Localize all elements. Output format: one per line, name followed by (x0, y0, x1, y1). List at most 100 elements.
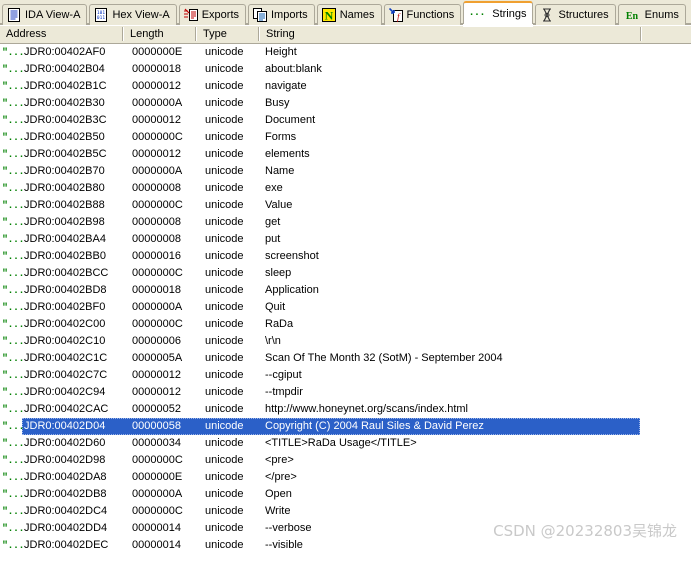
cell-address: JDR0:00402D04 (24, 420, 106, 432)
cell-length: 00000016 (132, 250, 181, 262)
tab-strings[interactable]: "..." Strings (463, 1, 534, 27)
quote-glyph: "..." (2, 82, 24, 93)
cell-length: 00000008 (132, 182, 181, 194)
table-row[interactable]: "..."JDR0:00402B04 00000018 unicode about:b… (0, 61, 691, 78)
quote-glyph: "..." (2, 303, 24, 314)
table-row[interactable]: "..."JDR0:00402B30 0000000A unicode Busy (0, 95, 691, 112)
cell-address: JDR0:00402C00 (24, 318, 106, 330)
table-row[interactable]: "..."JDR0:00402B70 0000000A unicode Name (0, 163, 691, 180)
table-row[interactable]: "..."JDR0:00402D60 00000034 unicode <TITLE>… (0, 435, 691, 452)
table-row[interactable]: "..."JDR0:00402AF0 0000000E unicode Height (0, 44, 691, 61)
table-row[interactable]: "..."JDR0:00402CAC 00000052 unicode http://… (0, 401, 691, 418)
tab-names[interactable]: N Names (316, 4, 382, 25)
tab-exports[interactable]: Exports (178, 4, 246, 25)
cell-type: unicode (205, 420, 244, 432)
tab-hex-view-a[interactable]: 101 011 Hex View-A (89, 4, 177, 25)
cell-string: exe (265, 182, 283, 194)
cell-length: 00000008 (132, 233, 181, 245)
table-row[interactable]: "..."JDR0:00402B5C 00000012 unicode element… (0, 146, 691, 163)
string-type-icon: "..." (2, 146, 24, 163)
column-header-string[interactable]: String (260, 25, 640, 43)
table-row[interactable]: "..."JDR0:00402B50 0000000C unicode Forms (0, 129, 691, 146)
column-header-address[interactable]: Address (0, 25, 122, 43)
cell-length: 00000006 (132, 335, 181, 347)
cell-length: 00000012 (132, 80, 181, 92)
cell-type: unicode (205, 148, 244, 160)
quote-glyph: "..." (2, 422, 24, 433)
table-row[interactable]: "..."JDR0:00402C94 00000012 unicode --tmpdi… (0, 384, 691, 401)
table-row[interactable]: "..."JDR0:00402C7C 00000012 unicode --cgipu… (0, 367, 691, 384)
string-type-icon: "..." (2, 197, 24, 214)
table-row[interactable]: "..."JDR0:00402BCC 0000000C unicode sleep (0, 265, 691, 282)
quote-glyph: "..." (2, 167, 24, 178)
cell-address: JDR0:00402DEC (24, 539, 109, 551)
column-header-length[interactable]: Length (124, 25, 194, 43)
string-type-icon: "..." (2, 299, 24, 316)
table-row[interactable]: "..."JDR0:00402BA4 00000008 unicode put (0, 231, 691, 248)
string-type-icon: "..." (2, 452, 24, 469)
string-type-icon: "..." (2, 384, 24, 401)
cell-string: put (265, 233, 281, 245)
tab-label: Names (339, 8, 375, 21)
tab-label: Enums (644, 8, 679, 21)
cell-type: unicode (205, 165, 244, 177)
cell-address: JDR0:00402BCC (24, 267, 109, 279)
quote-glyph: "..." (2, 99, 24, 110)
table-row[interactable]: "..."JDR0:00402DA8 0000000E unicode </pre> (0, 469, 691, 486)
table-row[interactable]: "..."JDR0:00402C10 00000006 unicode \r\n (0, 333, 691, 350)
table-row[interactable]: "..."JDR0:00402D98 0000000C unicode <pre> (0, 452, 691, 469)
cell-type: unicode (205, 522, 244, 534)
table-row[interactable]: "..."JDR0:00402D04 00000058 unicode Copyrig… (0, 418, 691, 435)
cell-type: unicode (205, 114, 244, 126)
table-row[interactable]: "..."JDR0:00402B80 00000008 unicode exe (0, 180, 691, 197)
cell-address: JDR0:00402B5C (24, 148, 107, 160)
table-row[interactable]: "..."JDR0:00402BF0 0000000A unicode Quit (0, 299, 691, 316)
quote-glyph: "..." (2, 184, 24, 195)
cell-length: 00000014 (132, 522, 181, 534)
cell-address: JDR0:00402B30 (24, 97, 105, 109)
cell-length: 0000000E (132, 46, 183, 58)
table-row[interactable]: "..."JDR0:00402B3C 00000012 unicode Documen… (0, 112, 691, 129)
table-row[interactable]: "..."JDR0:00402C00 0000000C unicode RaDa (0, 316, 691, 333)
cell-type: unicode (205, 63, 244, 75)
cell-string: sleep (265, 267, 292, 279)
svg-text:En: En (626, 11, 639, 22)
tab-label: Functions (406, 8, 455, 21)
table-row[interactable]: "..."JDR0:00402DD4 00000014 unicode --verbo… (0, 520, 691, 537)
column-divider-string-end[interactable] (640, 27, 642, 41)
cell-address: JDR0:00402B98 (24, 216, 105, 228)
cell-string: Document (265, 114, 316, 126)
quote-glyph: "..." (2, 524, 24, 535)
list-column-header[interactable]: Address Length Type String (0, 25, 691, 44)
string-type-icon: "..." (2, 316, 24, 333)
cell-length: 0000000A (132, 97, 183, 109)
strings-quote-icon: "..." (468, 7, 488, 21)
cell-string: screenshot (265, 250, 319, 262)
table-row[interactable]: "..."JDR0:00402B98 00000008 unicode get (0, 214, 691, 231)
table-row[interactable]: "..."JDR0:00402C1C 0000005A unicode Scan Of… (0, 350, 691, 367)
column-header-type[interactable]: Type (197, 25, 257, 43)
tab-functions[interactable]: f Functions (383, 4, 462, 25)
quote-glyph: "..." (2, 65, 24, 76)
cell-string: http://www.honeynet.org/scans/index.html (265, 403, 468, 415)
table-row[interactable]: "..."JDR0:00402B88 0000000C unicode Value (0, 197, 691, 214)
cell-address: JDR0:00402D60 (24, 437, 106, 449)
table-row[interactable]: "..."JDR0:00402DEC 00000014 unicode --visib… (0, 537, 691, 554)
table-row[interactable]: "..."JDR0:00402B1C 00000012 unicode navigat… (0, 78, 691, 95)
table-row[interactable]: "..."JDR0:00402BD8 00000018 unicode Applica… (0, 282, 691, 299)
table-row[interactable]: "..."JDR0:00402DB8 0000000A unicode Open (0, 486, 691, 503)
tab-imports[interactable]: Imports (248, 4, 315, 25)
cell-type: unicode (205, 454, 244, 466)
strings-list[interactable]: "..."JDR0:00402AF00000000EunicodeHeight"… (0, 44, 691, 561)
cell-type: unicode (205, 267, 244, 279)
tab-structures[interactable]: Structures (535, 4, 616, 25)
table-row[interactable]: "..."JDR0:00402BB0 00000016 unicode screens… (0, 248, 691, 265)
string-type-icon: "..." (2, 180, 24, 197)
tab-ida-view-a[interactable]: IDA View-A (2, 4, 88, 25)
view-tab-strip[interactable]: IDA View-A 101 011 Hex View-A Exports Imports… (0, 0, 691, 27)
tab-enums[interactable]: En Enums (617, 4, 686, 25)
table-row[interactable]: "..."JDR0:00402DC4 0000000C unicode Write (0, 503, 691, 520)
cell-string: about:blank (265, 63, 322, 75)
cell-length: 00000058 (132, 420, 181, 432)
string-type-icon: "..." (2, 350, 24, 367)
